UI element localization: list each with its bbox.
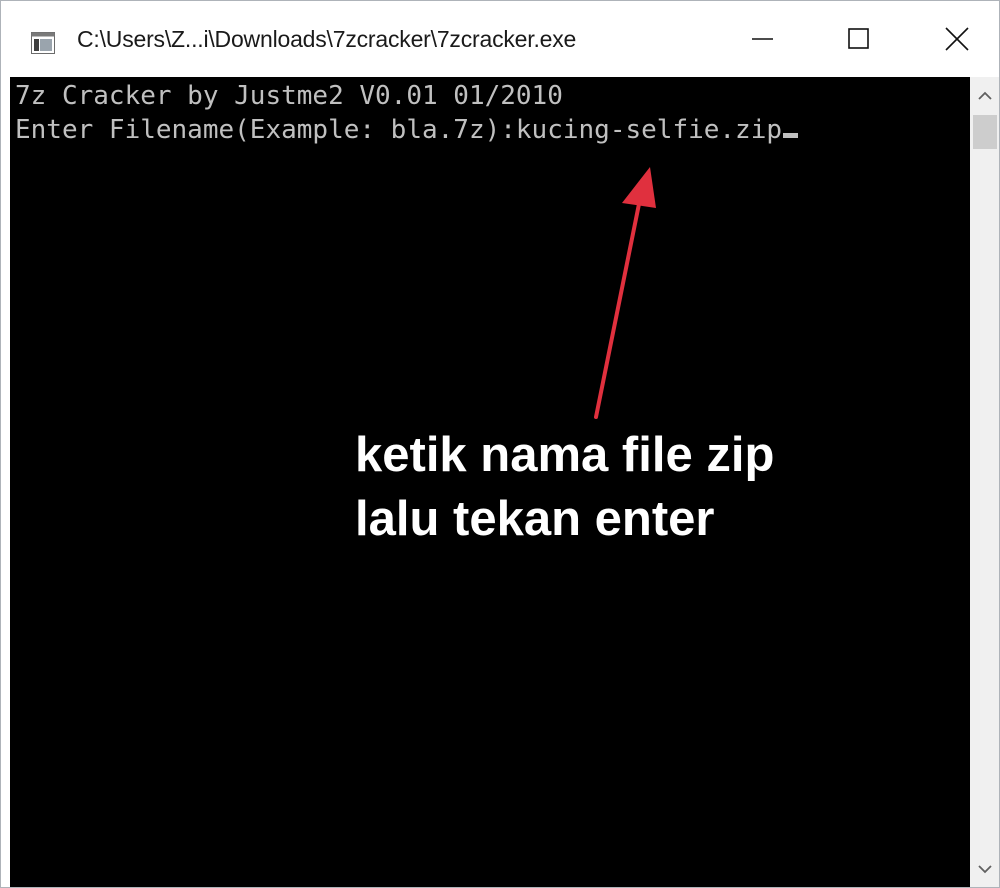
scroll-down-button[interactable]: [970, 851, 999, 887]
console-window: C:\Users\Z...i\Downloads\7zcracker\7zcra…: [0, 0, 1000, 888]
chevron-down-icon: [978, 864, 992, 873]
annotation-text-line-1: ketik nama file zip: [355, 428, 775, 482]
title-bar[interactable]: C:\Users\Z...i\Downloads\7zcracker\7zcra…: [1, 1, 999, 77]
console-output[interactable]: 7z Cracker by Justme2 V0.01 01/2010 Ente…: [10, 77, 970, 887]
console-app-icon[interactable]: [31, 32, 55, 54]
minimize-button[interactable]: [713, 1, 813, 77]
maximize-icon: [848, 28, 869, 49]
annotation-text-line-2: lalu tekan enter: [355, 492, 715, 546]
window-title: C:\Users\Z...i\Downloads\7zcracker\7zcra…: [77, 26, 577, 52]
maximize-button[interactable]: [809, 1, 909, 77]
vertical-scrollbar[interactable]: [970, 77, 999, 887]
close-icon: [945, 27, 969, 51]
scroll-up-button[interactable]: [970, 77, 999, 113]
minimize-icon: [752, 38, 773, 40]
close-button[interactable]: [907, 1, 999, 77]
scroll-thumb[interactable]: [973, 115, 997, 149]
chevron-up-icon: [978, 91, 992, 100]
